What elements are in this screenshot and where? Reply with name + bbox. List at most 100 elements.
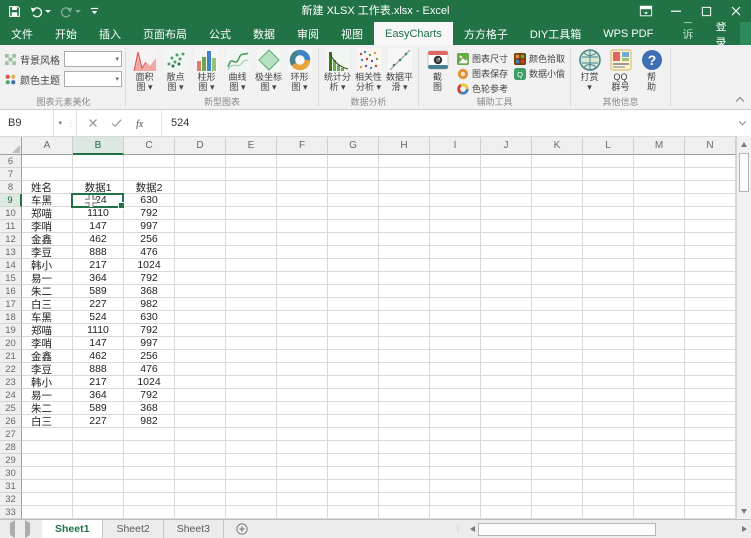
column-header-M[interactable]: M (634, 137, 685, 155)
cell-I32[interactable] (430, 493, 481, 506)
cell-C27[interactable] (124, 428, 175, 441)
tab-方方格子[interactable]: 方方格子 (453, 22, 519, 45)
cell-M23[interactable] (634, 376, 685, 389)
cell-I18[interactable] (430, 311, 481, 324)
cell-D19[interactable] (175, 324, 226, 337)
cell-A24[interactable]: 易一 (22, 389, 73, 402)
tab-文件[interactable]: 文件 (0, 22, 44, 45)
cell-L20[interactable] (583, 337, 634, 350)
cell-L15[interactable] (583, 272, 634, 285)
cell-J28[interactable] (481, 441, 532, 454)
cancel-icon[interactable] (88, 118, 98, 128)
cell-M19[interactable] (634, 324, 685, 337)
cell-J32[interactable] (481, 493, 532, 506)
insert-function-icon[interactable]: fx (135, 117, 150, 129)
button-曲线图[interactable]: 曲线图 ▾ (222, 47, 253, 92)
button-颜色拾取[interactable]: 颜色拾取 (514, 51, 565, 66)
cell-B24[interactable]: 364 (73, 389, 124, 402)
cell-A16[interactable]: 朱二 (22, 285, 73, 298)
cell-H18[interactable] (379, 311, 430, 324)
cell-L29[interactable] (583, 454, 634, 467)
cell-M16[interactable] (634, 285, 685, 298)
cell-J22[interactable] (481, 363, 532, 376)
cell-I13[interactable] (430, 246, 481, 259)
cell-D30[interactable] (175, 467, 226, 480)
cell-C33[interactable] (124, 506, 175, 519)
cell-G10[interactable] (328, 207, 379, 220)
cell-G25[interactable] (328, 402, 379, 415)
cell-G32[interactable] (328, 493, 379, 506)
cell-G14[interactable] (328, 259, 379, 272)
sign-in-button[interactable]: 登录 (703, 22, 740, 45)
cell-A32[interactable] (22, 493, 73, 506)
cell-K9[interactable] (532, 194, 583, 207)
cell-J8[interactable] (481, 181, 532, 194)
row-header-33[interactable]: 33 (0, 506, 22, 519)
cell-B32[interactable] (73, 493, 124, 506)
cell-C15[interactable]: 792 (124, 272, 175, 285)
cell-H14[interactable] (379, 259, 430, 272)
cell-G16[interactable] (328, 285, 379, 298)
cell-J6[interactable] (481, 155, 532, 168)
cell-J17[interactable] (481, 298, 532, 311)
cell-B21[interactable]: 462 (73, 350, 124, 363)
cell-N7[interactable] (685, 168, 736, 181)
cell-B22[interactable]: 888 (73, 363, 124, 376)
collapse-ribbon-button[interactable] (735, 94, 745, 106)
cell-D16[interactable] (175, 285, 226, 298)
cell-I17[interactable] (430, 298, 481, 311)
tab-开始[interactable]: 开始 (44, 22, 88, 45)
enter-icon[interactable] (111, 118, 122, 128)
cell-J25[interactable] (481, 402, 532, 415)
cell-N30[interactable] (685, 467, 736, 480)
cell-L31[interactable] (583, 480, 634, 493)
cell-L18[interactable] (583, 311, 634, 324)
cell-E18[interactable] (226, 311, 277, 324)
column-header-C[interactable]: C (124, 137, 175, 155)
row-header-27[interactable]: 27 (0, 428, 22, 441)
cell-G33[interactable] (328, 506, 379, 519)
cell-C18[interactable]: 630 (124, 311, 175, 324)
cell-M31[interactable] (634, 480, 685, 493)
cell-B10[interactable]: 1110 (73, 207, 124, 220)
combobox-颜色主题[interactable]: ▾ (64, 71, 122, 87)
cell-G26[interactable] (328, 415, 379, 428)
cell-F29[interactable] (277, 454, 328, 467)
cell-G9[interactable] (328, 194, 379, 207)
minimize-button[interactable] (661, 0, 691, 22)
column-header-D[interactable]: D (175, 137, 226, 155)
cell-M12[interactable] (634, 233, 685, 246)
cell-D27[interactable] (175, 428, 226, 441)
add-sheet-button[interactable] (224, 520, 260, 538)
cell-B28[interactable] (73, 441, 124, 454)
cell-I30[interactable] (430, 467, 481, 480)
cell-J7[interactable] (481, 168, 532, 181)
tell-me-box[interactable]: 告诉我... (678, 22, 702, 45)
cell-I27[interactable] (430, 428, 481, 441)
row-header-29[interactable]: 29 (0, 454, 22, 467)
row-header-8[interactable]: 8 (0, 181, 22, 194)
row-header-7[interactable]: 7 (0, 168, 22, 181)
row-header-12[interactable]: 12 (0, 233, 22, 246)
cell-A25[interactable]: 朱二 (22, 402, 73, 415)
cell-G22[interactable] (328, 363, 379, 376)
cell-D12[interactable] (175, 233, 226, 246)
scroll-down-button[interactable] (737, 505, 751, 517)
cell-G11[interactable] (328, 220, 379, 233)
cell-N33[interactable] (685, 506, 736, 519)
cell-E28[interactable] (226, 441, 277, 454)
cell-I15[interactable] (430, 272, 481, 285)
button-数据小偷[interactable]: Q数据小偷 (514, 66, 565, 81)
cell-E9[interactable] (226, 194, 277, 207)
cell-L30[interactable] (583, 467, 634, 480)
cell-G19[interactable] (328, 324, 379, 337)
cell-K24[interactable] (532, 389, 583, 402)
cell-B20[interactable]: 147 (73, 337, 124, 350)
cell-I9[interactable] (430, 194, 481, 207)
cell-C30[interactable] (124, 467, 175, 480)
save-button[interactable] (8, 5, 21, 18)
row-header-20[interactable]: 20 (0, 337, 22, 350)
row-header-14[interactable]: 14 (0, 259, 22, 272)
row-header-28[interactable]: 28 (0, 441, 22, 454)
row-header-9[interactable]: 9 (0, 194, 22, 207)
